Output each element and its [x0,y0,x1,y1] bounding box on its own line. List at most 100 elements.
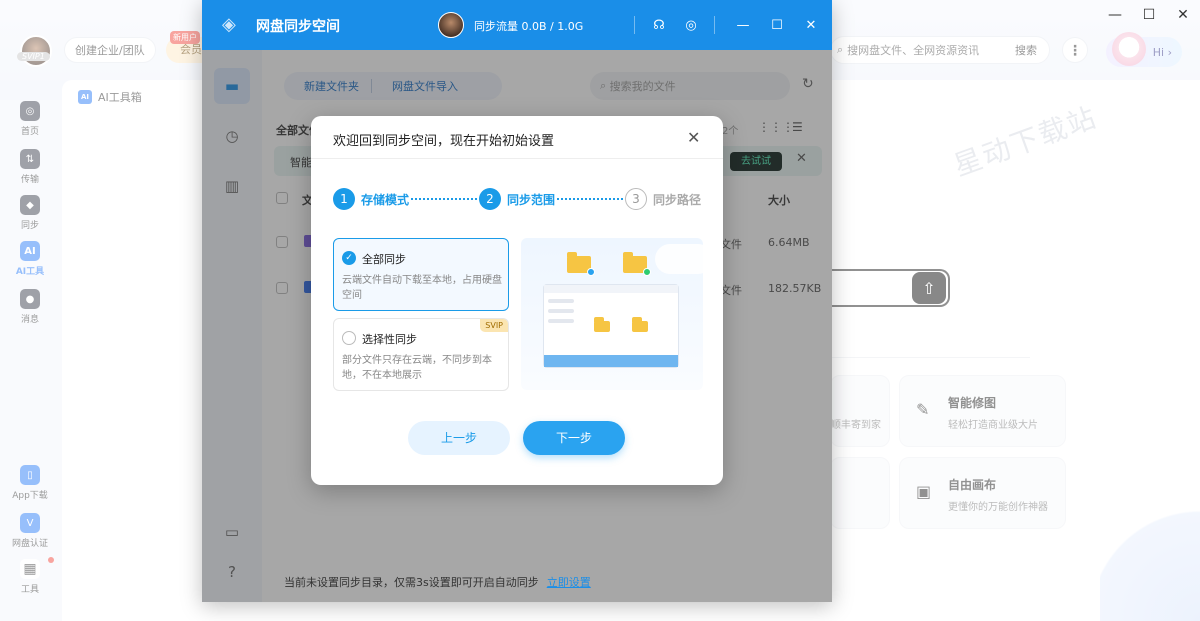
setup-dialog: 欢迎回到同步空间，现在开始初始设置 ✕ 1 存储模式 2 同步范围 3 同步路径… [311,116,723,485]
step-number: 1 [333,188,355,210]
tool-desc: 更懂你的万能创作神器 [948,502,1048,513]
tools-icon: ▦ [20,559,40,579]
portrait-icon: ✎ [916,400,930,419]
option-desc: 云端文件自动下载至本地，占用硬盘空间 [342,275,502,301]
step-number: 3 [625,188,647,210]
sync-header: ◈ 网盘同步空间 同步流量 0.0B / 1.0G ☊ ◎ — ☐ ✕ [202,0,832,50]
upload-icon[interactable]: ⇧ [912,272,946,304]
main-search-box[interactable]: ⌕ 搜网盘文件、全网资源资讯 搜索 [830,36,1050,64]
svip-badge: SVIP [480,319,508,332]
mini-window-graphic [543,284,679,368]
header-divider [714,16,715,34]
option-selective-sync[interactable]: 选择性同步 部分文件只存在云端，不同步到本地，不在本地展示 SVIP [333,318,509,391]
ai-toolbox-icon: AI [78,90,92,104]
sidebar-item-sync[interactable]: ◆ 同步 [0,195,60,231]
setup-now-link[interactable]: 立即设置 [547,576,591,589]
footer-text: 当前未设置同步目录，仅需3s设置即可开启自动同步 [284,576,539,589]
ai-icon: AI [20,241,40,261]
sync-footer: 当前未设置同步目录，仅需3s设置即可开启自动同步 立即设置 [284,574,591,590]
tab-ai-toolbox[interactable]: AI AI工具箱 [72,84,152,110]
sidebar-item-tools[interactable]: ▦ 工具 [0,557,60,595]
dialog-close-icon[interactable]: ✕ [687,128,700,147]
sidebar-item-label: 同步 [20,221,39,231]
tool-card-smart-retouch[interactable]: ✎ 智能修图 轻松打造商业级大片 [899,375,1066,447]
sync-minimize-button[interactable]: — [732,14,754,36]
dialog-divider [311,158,723,159]
radio-icon [342,331,356,345]
svip-tag: SVIP1 [17,52,50,61]
mini-taskbar [544,355,678,367]
tool-desc-partial: 顺丰寄到家 [831,420,881,431]
sidebar-item-transfer[interactable]: ⇅ 传输 [0,149,60,185]
sidebar-item-label: 消息 [20,315,39,325]
prev-step-button[interactable]: 上一步 [408,421,510,455]
cloud-shape [655,244,703,274]
new-user-tag: 新用户 [170,31,200,44]
more-menu-icon[interactable]: ⋮ [1062,37,1088,63]
option-title: 全部同步 [362,253,406,266]
tool-desc: 轻松打造商业级大片 [948,420,1038,431]
mini-sidebar [548,299,574,349]
header-divider [634,16,635,34]
step-connector [557,198,623,200]
main-search-input[interactable]: 搜网盘文件、全网资源资讯 [847,42,1003,58]
step-storage-mode: 1 存储模式 [333,188,409,210]
notification-dot [48,557,54,563]
settings-icon[interactable]: ◎ [680,14,702,36]
step-number: 2 [479,188,501,210]
app-download-icon: ▯ [20,465,40,485]
sync-close-button[interactable]: ✕ [800,14,822,36]
mini-titlebar [544,285,678,293]
main-search-button[interactable]: 搜索 [1003,42,1049,58]
sidebar-item-label: 传输 [20,175,39,185]
sidebar-item-app-download[interactable]: ▯ App下载 [0,465,60,501]
minimize-button[interactable]: — [1098,0,1132,30]
canvas-icon: ▣ [916,482,932,501]
tool-card-partial-2[interactable] [830,457,890,529]
sidebar-item-label: 工具 [20,585,39,595]
option-full-sync[interactable]: ✓ 全部同步 云端文件自动下载至本地，占用硬盘空间 [333,238,509,311]
sidebar-item-home[interactable]: ◎ 首页 [0,101,60,137]
sidebar-item-messages[interactable]: ● 消息 [0,289,60,325]
sync-icon: ◆ [20,195,40,215]
sync-title: 网盘同步空间 [256,19,340,35]
home-icon: ◎ [20,101,40,121]
sidebar-item-label: AI工具 [15,267,45,277]
close-button[interactable]: ✕ [1166,0,1200,30]
user-avatar[interactable] [20,35,52,67]
check-dot [587,268,595,276]
tool-title: 自由画布 [948,478,997,492]
decorative-wave [1100,451,1200,621]
transfer-icon: ⇅ [20,149,40,169]
assistant-avatar-icon [1112,32,1146,66]
folder-icon [594,317,610,332]
sync-user-avatar[interactable] [438,12,464,38]
sidebar-item-ai-tools[interactable]: AI AI工具 [0,241,60,277]
message-icon: ● [20,289,40,309]
main-sidebar: ◎ 首页 ⇅ 传输 ◆ 同步 AI AI工具 ● 消息 ▯ App下载 V 网盘… [0,95,60,621]
headset-icon[interactable]: ☊ [648,14,670,36]
step-label: 存储模式 [361,192,410,207]
sync-logo-icon: ◈ [222,14,236,35]
sidebar-item-label: 网盘认证 [11,539,48,549]
sidebar-item-label: 首页 [20,127,39,137]
sidebar-item-verify[interactable]: V 网盘认证 [0,513,60,549]
step-sync-path: 3 同步路径 [625,188,701,210]
create-org-button[interactable]: 创建企业/团队 [64,37,156,63]
sync-illustration [521,238,703,390]
search-icon: ⌕ [837,43,844,56]
verify-icon: V [20,513,40,533]
sync-maximize-button[interactable]: ☐ [766,14,788,36]
step-label: 同步路径 [653,192,702,207]
maximize-button[interactable]: ☐ [1132,0,1166,30]
sync-traffic: 同步流量 0.0B / 1.0G [474,20,584,33]
main-window-controls: — ☐ ✕ [1098,0,1200,30]
tool-title: 智能修图 [948,396,997,410]
next-step-button[interactable]: 下一步 [523,421,625,455]
step-label: 同步范围 [507,192,556,207]
step-sync-scope: 2 同步范围 [479,188,555,210]
tool-card-free-canvas[interactable]: ▣ 自由画布 更懂你的万能创作神器 [899,457,1066,529]
divider [830,357,1030,358]
tool-card-partial[interactable]: 顺丰寄到家 [830,375,890,447]
dialog-title: 欢迎回到同步空间，现在开始初始设置 [333,134,555,149]
